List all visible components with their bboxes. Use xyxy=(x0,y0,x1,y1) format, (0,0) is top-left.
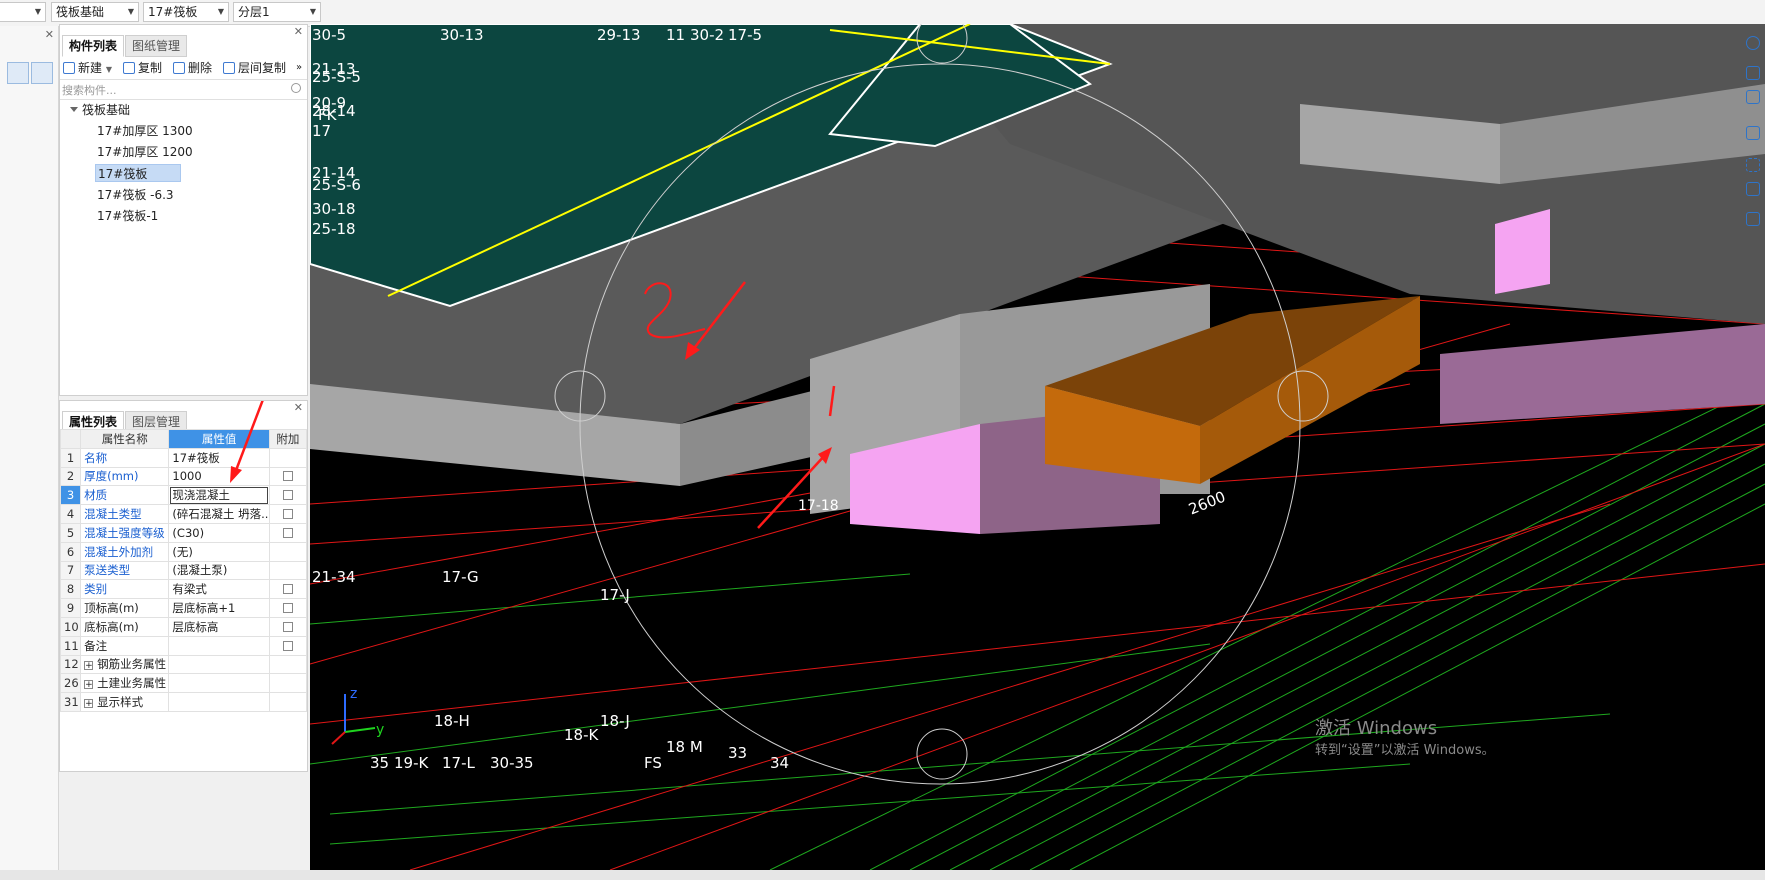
grid-label: FS xyxy=(644,754,662,772)
search-bar[interactable]: 搜索构件... xyxy=(60,81,307,100)
grid-label: 19-K xyxy=(394,754,429,772)
grid-label: 17-18 xyxy=(798,498,839,514)
grid-label: 29-13 xyxy=(597,26,641,44)
more-icon[interactable]: » xyxy=(296,59,302,77)
axis-y-label: y xyxy=(376,722,385,738)
status-bar xyxy=(0,870,1765,880)
combo-floor[interactable]: ▼ xyxy=(0,2,46,22)
3d-solid-icon[interactable] xyxy=(1746,126,1760,140)
grid-label: 25-S-5 xyxy=(312,68,361,86)
orbit-view-icon[interactable] xyxy=(1746,36,1760,50)
grid-label: 25-18 xyxy=(312,220,356,238)
close-icon[interactable]: ✕ xyxy=(45,28,54,41)
3d-viewport[interactable]: 30-5 30-13 29-13 11 30-2 17-5 21-13 25-S… xyxy=(310,24,1765,870)
model-canvas[interactable] xyxy=(310,24,1765,870)
copy-button[interactable]: 复制 xyxy=(123,59,162,77)
grid-label: 17-5 xyxy=(728,26,763,44)
search-icon[interactable] xyxy=(291,83,301,93)
tree-root-label: 筏板基础 xyxy=(82,103,131,117)
zoom-extent-icon[interactable] xyxy=(1746,158,1760,172)
copy-button-label: 复制 xyxy=(138,61,163,75)
combo-component[interactable]: 17#筏板 ▼ xyxy=(143,2,229,22)
pink-block-top-right[interactable] xyxy=(1495,209,1550,294)
grid-label: 17 xyxy=(312,122,332,140)
search-input[interactable]: 搜索构件... xyxy=(62,82,117,98)
axis-x xyxy=(331,731,346,745)
top-toolbar: ▼ 筏板基础 ▼ 17#筏板 ▼ 分层1 ▼ xyxy=(0,0,1765,27)
floor-copy-button-label: 层间复制 xyxy=(238,61,287,75)
grid-label: 17-J xyxy=(600,586,630,604)
display-settings-icon[interactable] xyxy=(1746,212,1760,226)
delete-button-label: 删除 xyxy=(188,61,213,75)
chevron-down-icon: ▼ xyxy=(34,7,41,16)
close-icon[interactable]: ✕ xyxy=(294,25,303,38)
tree-item[interactable]: 17#加厚区 1300 xyxy=(97,122,193,140)
pink-block-right[interactable] xyxy=(1440,324,1765,424)
grid-label: 18 M xyxy=(666,738,703,756)
grid-label: 34 xyxy=(770,754,790,772)
new-button-label: 新建 xyxy=(78,61,103,75)
component-list-panel: ✕ 构件列表 图纸管理 新建 ▼ 复制 删除 层间复制 » 搜索构件... 筏板基… xyxy=(59,24,308,396)
component-toolbar: 新建 ▼ 复制 删除 层间复制 » xyxy=(60,57,307,80)
floor-copy-button[interactable]: 层间复制 xyxy=(223,59,286,77)
trash-icon xyxy=(173,62,185,74)
grid-label: 30-13 xyxy=(440,26,484,44)
tab-drawing-manager[interactable]: 图纸管理 xyxy=(125,35,188,57)
caret-down-icon[interactable] xyxy=(70,107,78,112)
tab-component-list[interactable]: 构件列表 xyxy=(62,35,125,57)
watermark-sub: 转到“设置”以激活 Windows。 xyxy=(1315,743,1495,758)
axis-y xyxy=(344,727,376,733)
axis-z-label: z xyxy=(350,686,358,702)
tree-item-selected[interactable]: 17#筏板 xyxy=(95,164,181,182)
property-panel: ✕ 属性列表 图层管理 属性名称 属性值 附加 1 名称 17#筏板 2 厚度(mm) 1… xyxy=(59,400,308,772)
layer-view-icon[interactable] xyxy=(1746,182,1760,196)
grid-label: 30-18 xyxy=(312,200,356,218)
3d-box-icon[interactable] xyxy=(1746,90,1760,104)
floor-copy-icon xyxy=(223,62,235,74)
grid-label: 30-2 xyxy=(690,26,725,44)
annotation-arrow-props xyxy=(230,401,264,483)
combo-category-value: 筏板基础 xyxy=(56,5,105,19)
left-tool-strip: ✕ xyxy=(0,26,59,880)
chevron-down-icon: ▼ xyxy=(217,7,224,16)
grid-label: 25-S-6 xyxy=(312,176,361,194)
combo-layer[interactable]: 分层1 ▼ xyxy=(233,2,321,22)
tree-item[interactable]: 17#筏板 -6.3 xyxy=(97,186,174,204)
grid-label: 18-K xyxy=(564,726,599,744)
grid-label: 11 xyxy=(666,26,686,44)
grid-label: 30-5 xyxy=(312,26,347,44)
grid-label: 17-L xyxy=(442,754,475,772)
chevron-down-icon: ▼ xyxy=(309,7,316,16)
grid-label: 35 xyxy=(370,754,390,772)
tree-root[interactable]: 筏板基础 xyxy=(70,101,130,119)
detail-view-icon[interactable] xyxy=(31,62,53,84)
list-view-icon[interactable] xyxy=(7,62,29,84)
new-button[interactable]: 新建 ▼ xyxy=(63,59,112,77)
chevron-down-icon[interactable]: ▼ xyxy=(106,65,112,74)
grid-label: 18-H xyxy=(434,712,470,730)
grid-label: 17-G xyxy=(442,568,479,586)
delete-button[interactable]: 删除 xyxy=(173,59,212,77)
copy-icon xyxy=(123,62,135,74)
grid-label: 33 xyxy=(728,744,748,762)
grid-label: 18-J xyxy=(600,712,630,730)
tree-item[interactable]: 17#筏板-1 xyxy=(97,207,158,225)
combo-component-value: 17#筏板 xyxy=(148,5,198,19)
2d-view-icon[interactable] xyxy=(1746,66,1760,80)
component-tabs: 构件列表 图纸管理 xyxy=(62,35,188,57)
combo-layer-value: 分层1 xyxy=(238,5,270,19)
grid-label: 30-35 xyxy=(490,754,534,772)
watermark-title: 激活 Windows xyxy=(1315,718,1438,739)
new-icon xyxy=(63,62,75,74)
tree-item[interactable]: 17#加厚区 1200 xyxy=(97,143,193,161)
grid-label: 21-34 xyxy=(312,568,356,586)
chevron-down-icon: ▼ xyxy=(127,7,134,16)
combo-category[interactable]: 筏板基础 ▼ xyxy=(51,2,139,22)
